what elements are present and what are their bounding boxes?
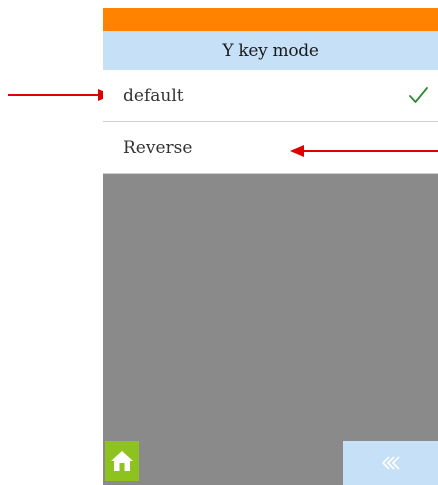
double-chevron-left-icon (381, 456, 400, 470)
option-default[interactable]: default (103, 70, 438, 122)
page-title: Y key mode (103, 31, 438, 70)
home-button[interactable] (105, 441, 139, 481)
status-bar (103, 8, 438, 31)
annotation-arrow-default (8, 89, 112, 101)
options-list: default Reverse (103, 70, 438, 174)
home-icon (111, 451, 133, 471)
checkmark-icon (409, 87, 428, 103)
option-default-label: default (123, 85, 184, 106)
annotation-arrow-reverse (290, 145, 438, 157)
option-reverse-label: Reverse (123, 137, 193, 158)
page-title-text: Y key mode (222, 40, 319, 61)
device-screen: Y key mode default Reverse (103, 8, 438, 485)
back-button[interactable] (343, 441, 438, 485)
